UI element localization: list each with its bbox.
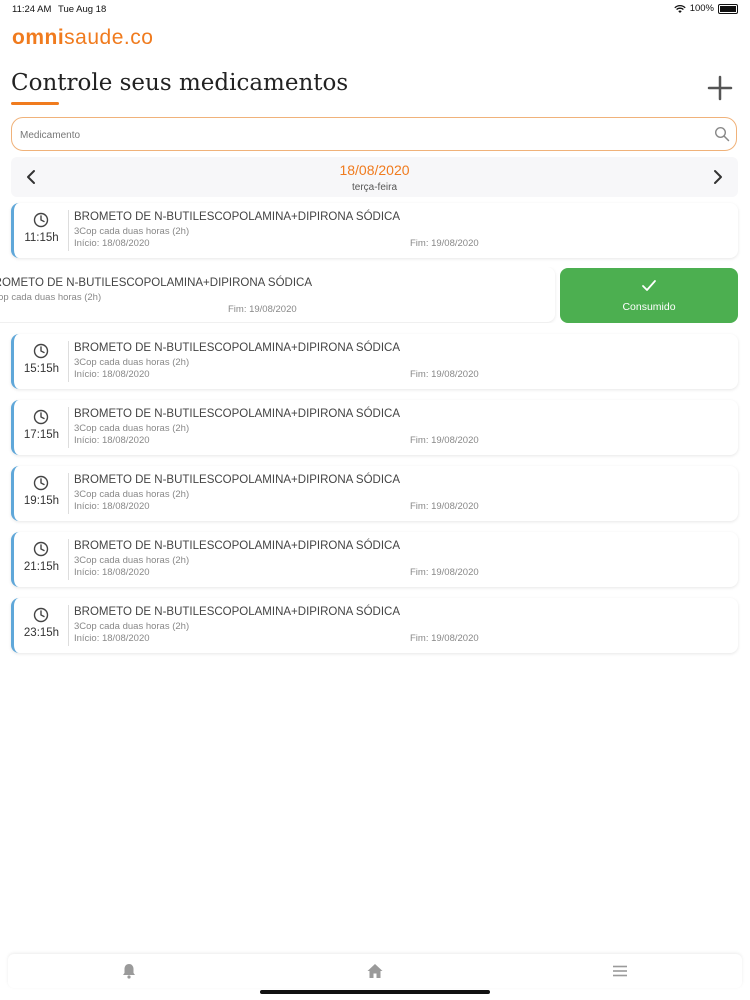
selected-weekday: terça-feira [351,182,397,193]
medication-dose: 3Cop cada duas horas (2h) [74,226,190,237]
home-icon[interactable] [366,962,384,980]
card-divider [68,210,69,251]
medication-time: 19:15h [23,495,60,507]
battery-icon [718,3,738,14]
clock-icon [33,409,49,425]
selected-date: 18/08/2020 [339,162,410,178]
medication-time: 15:15h [23,363,60,375]
card-divider [68,539,69,580]
clock-icon [33,343,49,359]
medication-card[interactable]: 15:15h BROMETO DE N-BUTILESCOPOLAMINA+DI… [11,334,738,389]
medication-name: BROMETO DE N-BUTILESCOPOLAMINA+DIPIRONA … [74,342,401,354]
medication-time: 21:15h [23,561,60,573]
card-divider [68,407,69,448]
clock-icon [33,475,49,491]
add-medication-button[interactable] [706,74,734,102]
medication-dose: 3Cop cada duas horas (2h) [74,423,190,434]
medication-card[interactable]: 23:15h BROMETO DE N-BUTILESCOPOLAMINA+DI… [11,598,738,653]
clock-icon [33,212,49,228]
medication-name: BROMETO DE N-BUTILESCOPOLAMINA+DIPIRONA … [74,211,401,223]
status-time: 11:24 AM [12,4,52,15]
clock-icon [33,541,49,557]
medication-start: Início: 18/08/2020 [74,567,150,578]
logo-part-saude: saude.co [64,26,154,49]
medication-time: 11:15h [24,232,59,244]
bell-icon[interactable] [120,962,138,980]
medication-dose: 3Cop cada duas horas (2h) [74,555,190,566]
consumed-button[interactable]: Consumido [560,268,738,323]
omnisaude-logo: omnisaude.co [12,26,153,50]
medication-dose: 3Cop cada duas horas (2h) [74,621,190,632]
medication-end: Fim: 19/08/2020 [410,633,479,644]
status-date: Tue Aug 18 [58,4,107,15]
medication-name: BROMETO DE N-BUTILESCOPOLAMINA+DIPIRONA … [74,474,401,486]
battery-percent: 100% [689,3,714,14]
medication-name: BROMETO DE N-BUTILESCOPOLAMINA+DIPIRONA … [74,408,401,420]
medication-start: Início: 18/08/2020 [74,238,150,249]
medication-end: Fim: 19/08/2020 [410,501,479,512]
search-box [11,117,737,151]
medication-card[interactable]: 21:15h BROMETO DE N-BUTILESCOPOLAMINA+DI… [11,532,738,587]
medication-name: BROMETO DE N-BUTILESCOPOLAMINA+DIPIRONA … [74,540,401,552]
chevron-right-icon[interactable] [708,167,728,187]
medication-time: 23:15h [23,627,60,639]
status-bar: 11:24 AM Tue Aug 18 100% [0,0,750,18]
consumed-label: Consumido [622,301,676,313]
logo-part-omni: omni [12,26,65,49]
medication-start: Início: 18/08/2020 [74,501,150,512]
wifi-icon [674,4,686,13]
medication-name: BROMETO DE N-BUTILESCOPOLAMINA+DIPIRONA … [0,277,313,289]
page-title: Controle seus medicamentos [11,70,349,96]
medication-end: Fim: 19/08/2020 [410,369,479,380]
plus-icon [707,75,733,101]
card-divider [68,473,69,514]
medication-end: Fim: 19/08/2020 [410,567,479,578]
medication-end: Fim: 19/08/2020 [228,304,297,315]
medication-dose: 3Cop cada duas horas (2h) [0,292,102,303]
title-underline [11,102,59,105]
medication-card[interactable]: 11:15h BROMETO DE N-BUTILESCOPOLAMINA+DI… [11,203,738,258]
medication-start: Início: 18/08/2020 [74,633,150,644]
medication-card[interactable]: 19:15h BROMETO DE N-BUTILESCOPOLAMINA+DI… [11,466,738,521]
medication-start: Início: 18/08/2020 [74,369,150,380]
medication-dose: 3Cop cada duas horas (2h) [74,489,190,500]
search-input[interactable] [18,124,702,146]
search-icon[interactable] [714,126,730,142]
medication-end: Fim: 19/08/2020 [410,238,479,249]
status-indicators: 100% [674,3,738,14]
home-indicator [260,990,490,994]
menu-icon[interactable] [611,962,629,980]
medication-name: BROMETO DE N-BUTILESCOPOLAMINA+DIPIRONA … [74,606,401,618]
date-navigator: 18/08/2020 terça-feira [11,157,738,197]
swiped-medication-card[interactable]: BROMETO DE N-BUTILESCOPOLAMINA+DIPIRONA … [0,267,555,322]
medication-start: Início: 18/08/2020 [74,435,150,446]
medication-time: 17:15h [23,429,60,441]
medication-card[interactable]: 17:15h BROMETO DE N-BUTILESCOPOLAMINA+DI… [11,400,738,455]
checkmark-icon [642,280,656,291]
medication-end: Fim: 19/08/2020 [410,435,479,446]
bottom-tab-bar [8,954,742,988]
card-divider [68,341,69,382]
medication-dose: 3Cop cada duas horas (2h) [74,357,190,368]
clock-icon [33,607,49,623]
card-divider [68,605,69,646]
